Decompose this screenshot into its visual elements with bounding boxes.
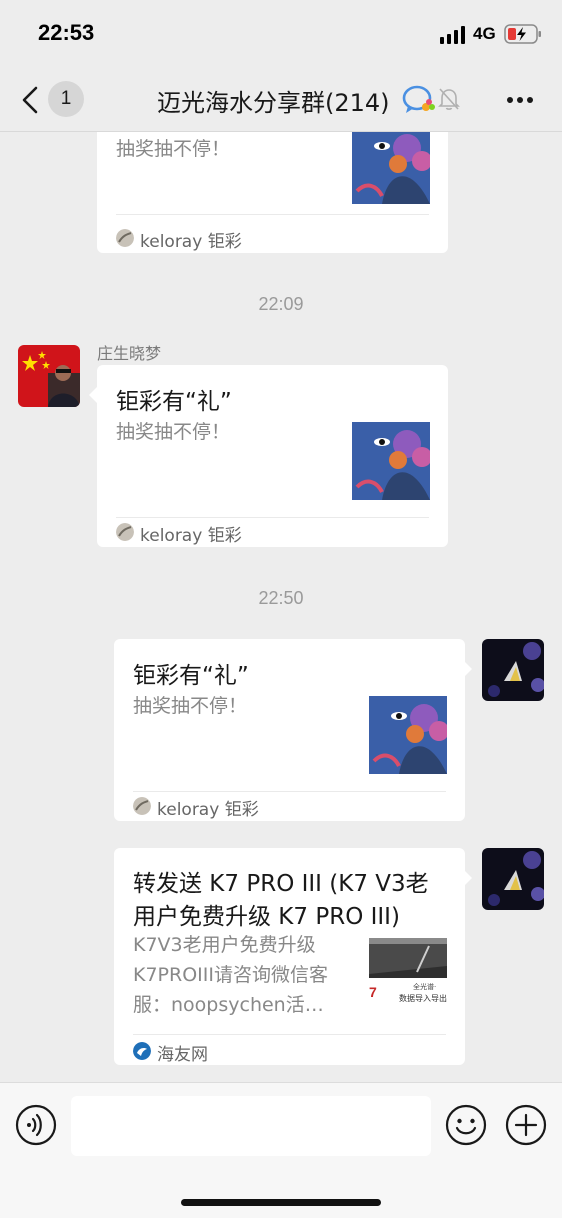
card-title-line-1: 转发送 K7 PRO III (K7 V3老 bbox=[133, 871, 429, 897]
card-source-label: keloray 钜彩 bbox=[140, 526, 242, 546]
card-title-line-2: 用户免费升级 K7 PRO III) bbox=[133, 904, 400, 930]
more-icon[interactable] bbox=[506, 96, 534, 104]
network-type: 4G bbox=[473, 24, 496, 43]
card-thumbnail bbox=[369, 696, 447, 774]
message-list[interactable]: 抽奖抽不停！ keloray 钜彩 22:09 庄生晓梦 钜彩有“礼” 抽奖抽不… bbox=[0, 132, 562, 1082]
home-indicator[interactable] bbox=[181, 1199, 381, 1206]
bubble-tail bbox=[89, 387, 97, 403]
bubble-tail bbox=[464, 661, 472, 677]
group-chat-icon bbox=[402, 85, 435, 113]
my-avatar[interactable] bbox=[482, 639, 544, 701]
card-description-line-3: 服：noopsychen活… bbox=[133, 994, 324, 1016]
card-description: 抽奖抽不停！ bbox=[116, 421, 231, 443]
avatar-image bbox=[482, 639, 544, 701]
avatar-image bbox=[482, 848, 544, 910]
bubble-tail bbox=[464, 870, 472, 886]
card-divider bbox=[133, 1034, 446, 1035]
my-avatar[interactable] bbox=[482, 848, 544, 910]
thumbnail-text-subtitle: 全光谱· bbox=[413, 983, 437, 991]
link-card-message[interactable]: 转发送 K7 PRO III (K7 V3老 用户免费升级 K7 PRO III… bbox=[114, 848, 465, 1065]
card-source-label: keloray 钜彩 bbox=[157, 800, 259, 820]
link-card-message[interactable]: 抽奖抽不停！ keloray 钜彩 bbox=[97, 132, 448, 253]
mute-bell-icon bbox=[438, 88, 460, 110]
signal-icon bbox=[440, 26, 465, 44]
link-card-message[interactable]: 钜彩有“礼” 抽奖抽不停！ keloray 钜彩 bbox=[97, 365, 448, 547]
message-timestamp: 22:09 bbox=[258, 294, 304, 314]
message-timestamp: 22:50 bbox=[258, 588, 304, 608]
chevron-left-icon[interactable] bbox=[20, 86, 42, 114]
status-bar: 22:53 4G bbox=[0, 0, 562, 66]
card-description: 抽奖抽不停！ bbox=[133, 695, 248, 717]
card-description-line-2: K7PROIII请咨询微信客 bbox=[133, 964, 328, 986]
voice-icon[interactable] bbox=[15, 1104, 57, 1146]
card-divider bbox=[116, 517, 429, 518]
card-divider bbox=[116, 214, 429, 215]
keloray-logo-icon bbox=[116, 229, 134, 247]
avatar-image bbox=[18, 345, 80, 407]
reef-thumbnail-image bbox=[352, 422, 430, 500]
input-toolbar bbox=[0, 1082, 562, 1218]
reef-thumbnail-image bbox=[352, 132, 430, 204]
reef-thumbnail-image bbox=[369, 696, 447, 774]
sender-avatar[interactable] bbox=[18, 345, 80, 407]
card-description-line-1: K7V3老用户免费升级 bbox=[133, 934, 316, 956]
keloray-logo-icon bbox=[116, 523, 134, 541]
card-title: 钜彩有“礼” bbox=[116, 389, 232, 415]
plus-icon[interactable] bbox=[505, 1104, 547, 1146]
haiyou-logo-icon bbox=[133, 1042, 151, 1060]
battery-charging-icon bbox=[504, 24, 541, 44]
card-description: 抽奖抽不停！ bbox=[116, 138, 231, 160]
thumbnail-text-caption: 数据导入导出 bbox=[399, 994, 447, 1003]
card-thumbnail: 7 全光谱· 数据导入导出 bbox=[369, 936, 447, 1008]
card-title: 钜彩有“礼” bbox=[133, 663, 249, 689]
link-card-message[interactable]: 钜彩有“礼” 抽奖抽不停！ keloray 钜彩 bbox=[114, 639, 465, 821]
card-thumbnail bbox=[352, 132, 430, 204]
chat-header: 1 迈光海水分享群(214) bbox=[0, 66, 562, 132]
thumbnail-text-number: 7 bbox=[369, 984, 377, 1000]
message-input[interactable] bbox=[71, 1096, 431, 1156]
card-source-label: 海友网 bbox=[157, 1045, 208, 1065]
chat-title[interactable]: 迈光海水分享群(214) bbox=[157, 83, 390, 118]
emoji-icon[interactable] bbox=[445, 1104, 487, 1146]
card-source-label: keloray 钜彩 bbox=[140, 232, 242, 252]
status-time: 22:53 bbox=[38, 20, 95, 45]
unread-count-badge[interactable]: 1 bbox=[48, 81, 84, 117]
card-divider bbox=[133, 791, 446, 792]
keloray-logo-icon bbox=[133, 797, 151, 815]
card-thumbnail bbox=[352, 422, 430, 500]
sender-name: 庄生晓梦 bbox=[97, 344, 162, 363]
